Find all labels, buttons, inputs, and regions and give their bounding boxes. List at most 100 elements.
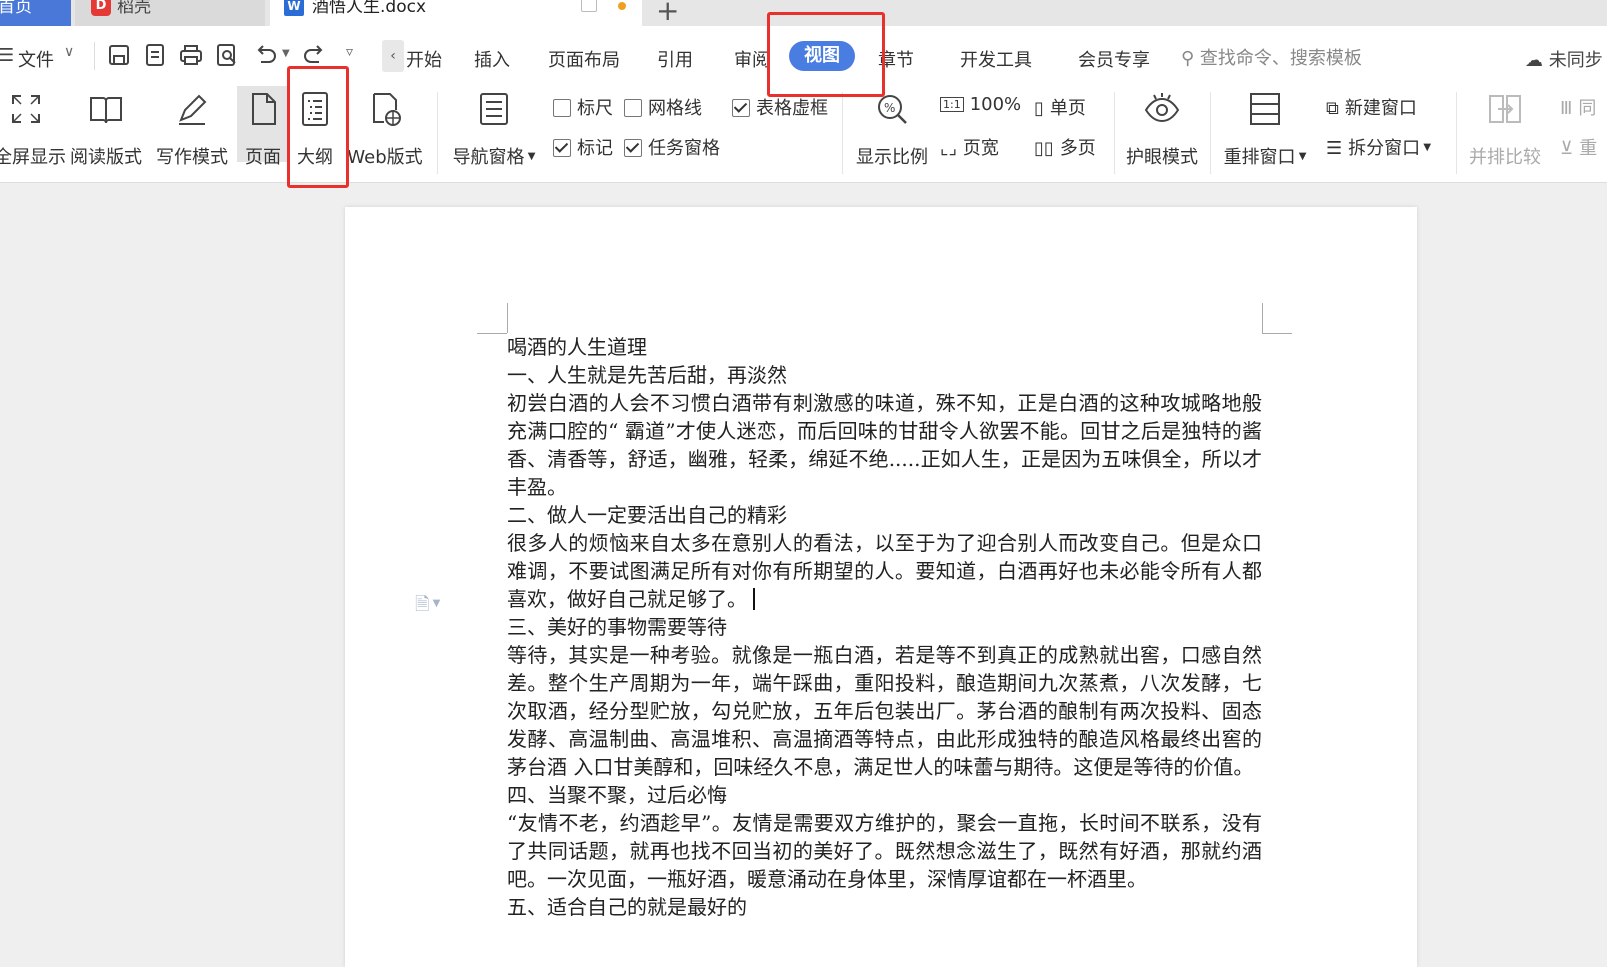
undo-icon[interactable] xyxy=(252,42,278,68)
book-icon xyxy=(90,97,122,124)
sync-status[interactable]: ☁ 未同步 xyxy=(1525,46,1603,72)
doc-paragraph: 初尝白酒的人会不习惯白酒带有刺激感的味道，殊不知，正是白酒的这种攻城略地般充满口… xyxy=(507,391,1262,499)
eye-icon xyxy=(1144,93,1180,123)
tab-review[interactable]: 审阅 xyxy=(734,46,770,72)
crop-mark xyxy=(507,303,508,333)
page-width-icon: ⌞⌟ xyxy=(940,138,957,159)
new-window-button[interactable]: ⧉ 新建窗口 xyxy=(1326,94,1417,120)
marks-checkbox[interactable]: 标记 xyxy=(553,134,613,160)
new-window-icon: ⧉ xyxy=(1326,98,1339,119)
doc-heading: 四、当聚不聚，过后必悔 xyxy=(507,783,727,807)
zoom-100-button[interactable]: 1:1 100% xyxy=(940,94,1021,115)
highlight-outline-button xyxy=(287,66,349,188)
ruler-check-box xyxy=(553,99,571,117)
chevron-down-icon[interactable]: ∨ xyxy=(64,44,74,60)
tab-home[interactable]: 首页 xyxy=(0,0,71,26)
zoom-100-label: 100% xyxy=(969,94,1022,115)
paragraph-handle-icon[interactable]: 🗎 ▼ xyxy=(415,592,440,622)
save-icon[interactable] xyxy=(106,42,132,68)
sync-scroll-button[interactable]: Ⅲ同 xyxy=(1560,94,1596,120)
web-layout-label: Web版式 xyxy=(347,147,423,168)
file-menu[interactable]: 文件 xyxy=(18,46,54,72)
command-search[interactable]: ⚲ 查找命令、搜索模板 xyxy=(1181,44,1362,70)
tab-references[interactable]: 引用 xyxy=(657,46,693,72)
gridlines-checkbox[interactable]: 网格线 xyxy=(624,94,702,120)
redo-icon[interactable] xyxy=(302,42,328,68)
sync-scroll-label: 同 xyxy=(1578,98,1597,119)
tab-developer[interactable]: 开发工具 xyxy=(960,46,1032,72)
page-width-button[interactable]: ⌞⌟ 页宽 xyxy=(940,134,999,160)
tab-start[interactable]: 开始 xyxy=(406,46,442,72)
eye-protection-button[interactable]: 护眼模式 xyxy=(1124,90,1200,169)
daoke-logo-icon: D xyxy=(91,0,111,16)
customize-quick-access-icon[interactable]: ▿ xyxy=(346,44,353,60)
view-ribbon: 全屏显示 阅读版式 写作模式 页面 大纲 Web版式 导航窗格 ▼ 标尺 网格线… xyxy=(0,86,1607,183)
task-pane-checkbox[interactable]: 任务窗格 xyxy=(624,134,720,160)
doc-paragraph: 等待，其实是一种考验。就像是一瓶白酒，若是等不到真正的成熟就出窖，口感自然差。整… xyxy=(507,643,1262,779)
fullscreen-label: 全屏显示 xyxy=(0,147,66,168)
doc-paragraph: “友情不老，约酒趁早”。友情是需要双方维护的，聚会一直拖，长时间不联系，没有了共… xyxy=(507,811,1262,891)
document-page[interactable]: 喝酒的人生道理 一、人生就是先苦后甜，再淡然 初尝白酒的人会不习惯白酒带有刺激感… xyxy=(345,207,1417,967)
ribbon-divider xyxy=(1114,92,1115,174)
page-view-label: 页面 xyxy=(245,147,281,168)
doc-heading: 一、人生就是先苦后甜，再淡然 xyxy=(507,363,787,387)
zoom-button[interactable]: % 显示比例 xyxy=(852,90,932,169)
arrange-windows-button[interactable]: 重排窗口 ▼ xyxy=(1220,90,1310,169)
writing-mode-button[interactable]: 写作模式 xyxy=(154,90,230,169)
crop-mark xyxy=(1262,333,1292,334)
tab-document[interactable]: W 酒悟人生.docx xyxy=(270,0,642,26)
reset-position-icon: ⊻ xyxy=(1560,138,1574,159)
tab-page-layout[interactable]: 页面布局 xyxy=(548,46,620,72)
scroll-left-arrow-icon[interactable]: ‹ xyxy=(382,40,404,72)
web-globe-icon xyxy=(373,93,401,126)
reading-layout-button[interactable]: 阅读版式 xyxy=(68,90,144,169)
page-width-label: 页宽 xyxy=(962,138,999,159)
single-page-button[interactable]: ▯ 单页 xyxy=(1034,94,1086,120)
doc-heading: 三、美好的事物需要等待 xyxy=(507,615,727,639)
reset-position-label: 重 xyxy=(1579,138,1598,159)
multi-page-label: 多页 xyxy=(1059,138,1096,159)
monitor-icon[interactable] xyxy=(581,0,597,12)
navigation-pane-button[interactable]: 导航窗格 ▼ xyxy=(451,90,537,169)
gridlines-check-box xyxy=(624,99,642,117)
compare-icon xyxy=(1489,95,1521,123)
export-pdf-icon[interactable] xyxy=(142,42,168,68)
fullscreen-button[interactable]: 全屏显示 xyxy=(0,90,66,169)
sync-label: 未同步 xyxy=(1548,50,1603,71)
undo-dropdown-icon[interactable]: ▼ xyxy=(282,48,290,59)
crop-mark xyxy=(477,333,507,334)
multi-page-icon: ▯▯ xyxy=(1034,138,1054,159)
table-gridlines-checkbox[interactable]: 表格虚框 xyxy=(732,94,828,120)
reset-position-button[interactable]: ⊻ 重 xyxy=(1560,134,1597,160)
tab-daoke[interactable]: D 稻壳 xyxy=(75,0,265,26)
web-layout-button[interactable]: Web版式 xyxy=(344,90,426,169)
ruler-checkbox[interactable]: 标尺 xyxy=(553,94,613,120)
tab-daoke-label: 稻壳 xyxy=(117,0,151,17)
ribbon-divider xyxy=(437,92,438,174)
tab-member[interactable]: 会员专享 xyxy=(1078,46,1150,72)
highlight-view-tab xyxy=(767,12,885,97)
ribbon-divider xyxy=(842,92,843,174)
new-window-label: 新建窗口 xyxy=(1344,98,1417,119)
single-page-icon: ▯ xyxy=(1034,98,1044,119)
search-placeholder: 查找命令、搜索模板 xyxy=(1199,48,1362,69)
hamburger-icon[interactable]: ☰ xyxy=(0,45,14,66)
ratio-icon: 1:1 xyxy=(940,97,964,112)
reading-layout-label: 阅读版式 xyxy=(70,147,142,168)
print-preview-icon[interactable] xyxy=(214,42,240,68)
multi-page-button[interactable]: ▯▯ 多页 xyxy=(1034,134,1096,160)
page-view-button[interactable]: 页面 xyxy=(237,86,289,168)
document-body[interactable]: 喝酒的人生道理 一、人生就是先苦后甜，再淡然 初尝白酒的人会不习惯白酒带有刺激感… xyxy=(507,333,1262,921)
print-icon[interactable] xyxy=(178,42,204,68)
gridlines-label: 网格线 xyxy=(648,98,702,119)
fullscreen-icon xyxy=(12,95,40,123)
eye-protection-label: 护眼模式 xyxy=(1126,147,1198,168)
doc-heading: 五、适合自己的就是最好的 xyxy=(507,895,747,919)
side-by-side-button[interactable]: 并排比较 xyxy=(1466,90,1544,169)
split-window-button[interactable]: ☰ 拆分窗口 ▼ xyxy=(1326,134,1431,160)
ruler-label: 标尺 xyxy=(577,98,613,119)
tab-insert[interactable]: 插入 xyxy=(474,46,510,72)
word-doc-icon: W xyxy=(284,0,304,16)
page-icon xyxy=(252,93,276,125)
new-tab-button[interactable]: + xyxy=(656,0,679,27)
